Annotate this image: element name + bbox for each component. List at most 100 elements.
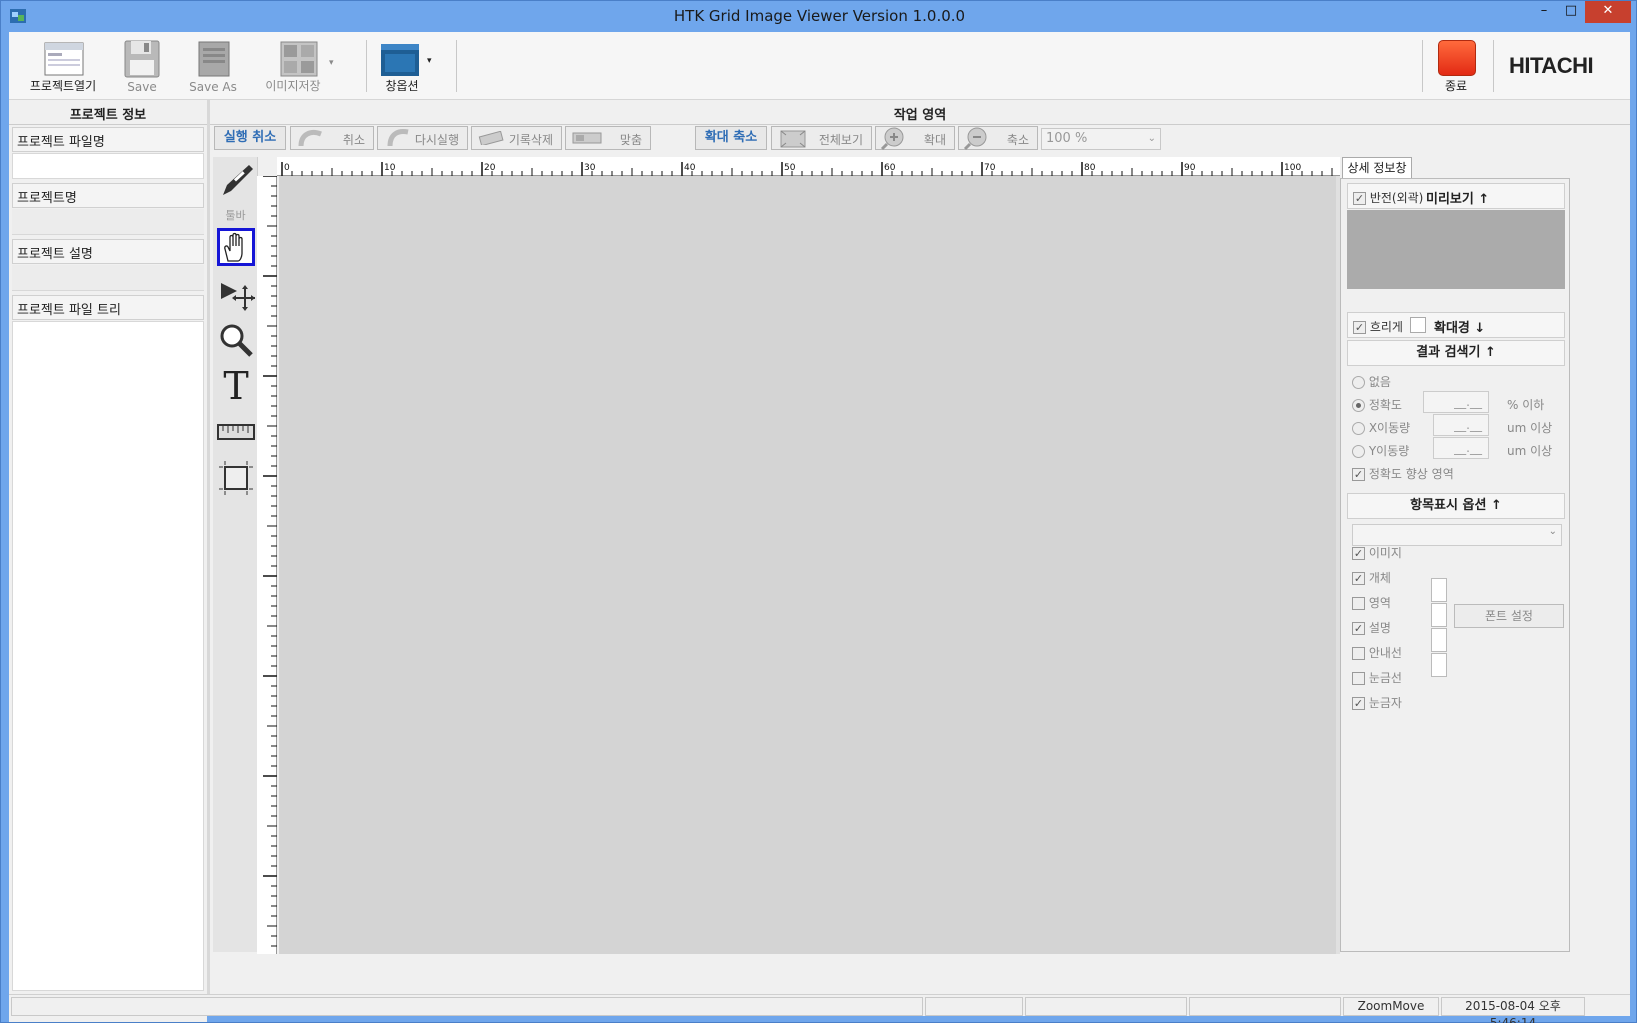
status-cell xyxy=(11,997,923,1016)
zoom-group-label: 확대 축소 xyxy=(695,126,767,150)
accuracy-area-option[interactable]: ✓ 정확도 향상 영역 xyxy=(1352,465,1454,482)
magnifier-icon[interactable] xyxy=(217,321,255,359)
accuracy-option[interactable]: 정확도 xyxy=(1352,396,1402,413)
magnifier-label[interactable]: 확대경 ↓ xyxy=(1434,317,1485,336)
x-move-option[interactable]: X이동량 xyxy=(1352,419,1410,436)
blur-checkbox[interactable]: ✓ xyxy=(1353,321,1366,334)
result-search-label: 결과 검색기 ↑ xyxy=(1416,345,1496,360)
title-bar[interactable]: HTK Grid Image Viewer Version 1.0.0.0 – … xyxy=(1,1,1637,32)
image-save-button[interactable]: ▾ 이미지저장 xyxy=(259,36,339,96)
image-checkbox[interactable]: ✓ xyxy=(1352,547,1365,560)
window-title: HTK Grid Image Viewer Version 1.0.0.0 xyxy=(673,7,966,25)
exit-button[interactable]: 종료 xyxy=(1430,36,1482,96)
none-radio[interactable] xyxy=(1352,376,1365,389)
scale-option[interactable]: ✓ 눈금자 xyxy=(1352,694,1402,711)
guide-checkbox[interactable] xyxy=(1352,647,1365,660)
undo-button[interactable]: 취소 xyxy=(290,126,374,150)
guide-option[interactable]: 안내선 xyxy=(1352,644,1402,661)
accuracy-input[interactable]: __.__ xyxy=(1423,391,1489,413)
save-as-button[interactable]: Save As xyxy=(182,36,244,96)
detail-panel: 상세 정보창 ✓ 반전(외곽) 미리보기 ↑ ✓ 흐리게 확대경 ↓ 결과 검색… xyxy=(1340,157,1630,952)
region-color-swatch[interactable] xyxy=(1431,578,1447,602)
pen-icon[interactable] xyxy=(217,161,255,199)
none-option[interactable]: 없음 xyxy=(1352,373,1391,390)
client-area: 프로젝트열기 Save Save As ▾ 이미지저장 ▾ 창옵션 종료 HIT… xyxy=(9,32,1630,1023)
minimize-button[interactable]: – xyxy=(1531,1,1557,23)
magnifier-toggle-box[interactable] xyxy=(1410,317,1426,333)
grid-color-swatch[interactable] xyxy=(1431,653,1447,677)
description-option[interactable]: ✓ 설명 xyxy=(1352,619,1391,636)
zoom-out-button[interactable]: 축소 xyxy=(958,126,1038,151)
chevron-down-icon: ⌄ xyxy=(1147,133,1156,144)
ruler-label: 20 xyxy=(484,163,496,173)
window-option-button[interactable]: ▾ 창옵션 xyxy=(375,36,451,96)
blur-label: 흐리게 xyxy=(1369,320,1403,334)
preview-label[interactable]: 미리보기 ↑ xyxy=(1426,188,1489,207)
ruler-label: 100 xyxy=(1284,163,1301,173)
font-settings-button[interactable]: 폰트 설정 xyxy=(1454,604,1564,628)
close-button[interactable]: ✕ xyxy=(1585,1,1631,23)
redo-button[interactable]: 다시실행 xyxy=(377,126,468,150)
x-move-unit: um 이상 xyxy=(1507,421,1553,435)
ruler-label: 70 xyxy=(984,163,996,173)
horizontal-ruler: 0 10 20 30 40 50 60 70 80 90 100 xyxy=(277,157,1340,176)
save-button[interactable]: Save xyxy=(115,36,169,96)
fit-icon xyxy=(572,132,602,144)
ruler-label: 30 xyxy=(584,163,596,173)
window-option-label: 창옵션 xyxy=(385,79,419,93)
object-option[interactable]: ✓ 개체 xyxy=(1352,569,1391,586)
tab-detail-info[interactable]: 상세 정보창 xyxy=(1342,157,1412,178)
toolbar-separator xyxy=(1493,40,1494,92)
y-move-input[interactable]: __.__ xyxy=(1433,437,1489,459)
description-field[interactable] xyxy=(12,265,204,291)
ruler-label: 90 xyxy=(1184,163,1196,173)
file-tree-label: 프로젝트 파일 트리 xyxy=(17,303,121,318)
select-move-icon[interactable] xyxy=(217,275,255,313)
y-move-radio[interactable] xyxy=(1352,445,1365,458)
chevron-down-icon[interactable]: ▾ xyxy=(427,56,432,66)
text-tool-icon[interactable]: T xyxy=(217,367,255,405)
grid-option[interactable]: 눈금선 xyxy=(1352,669,1402,686)
region-checkbox[interactable] xyxy=(1352,597,1365,610)
project-name-field[interactable] xyxy=(12,209,204,235)
maximize-button[interactable]: □ xyxy=(1558,1,1584,23)
region-option[interactable]: 영역 xyxy=(1352,594,1391,611)
grid-checkbox[interactable] xyxy=(1352,672,1365,685)
display-option-select[interactable]: ⌄ xyxy=(1352,524,1562,546)
result-search-header[interactable]: 결과 검색기 ↑ xyxy=(1347,340,1565,366)
zoom-in-button[interactable]: 확대 xyxy=(875,126,955,151)
save-as-label: Save As xyxy=(189,80,237,94)
display-option-header[interactable]: 항목표시 옵션 ↑ xyxy=(1347,493,1565,519)
image-canvas[interactable] xyxy=(279,176,1339,954)
image-save-label: 이미지저장 xyxy=(265,79,321,93)
ruler-label: 50 xyxy=(784,163,796,173)
clear-history-button[interactable]: 기록삭제 xyxy=(471,126,562,150)
full-view-button[interactable]: 전체보기 xyxy=(771,126,872,150)
status-bar: ZoomMove 2015-08-04 오후 5:46:14 xyxy=(9,994,1630,1023)
ruler-icon[interactable] xyxy=(217,413,255,451)
guide-color-swatch[interactable] xyxy=(1431,628,1447,652)
floppy-disk-icon xyxy=(124,40,160,78)
file-tree[interactable] xyxy=(12,321,204,991)
hand-tool[interactable] xyxy=(217,228,255,266)
project-name-label: 프로젝트명 xyxy=(17,191,77,206)
full-view-icon xyxy=(780,130,806,148)
accuracy-area-checkbox[interactable]: ✓ xyxy=(1352,468,1365,481)
fit-button[interactable]: 맞춤 xyxy=(565,126,651,150)
zoom-level-select[interactable]: 100 % ⌄ xyxy=(1041,128,1161,150)
invert-checkbox[interactable]: ✓ xyxy=(1353,192,1366,205)
image-option[interactable]: ✓ 이미지 xyxy=(1352,544,1402,561)
zoom-level-value: 100 % xyxy=(1046,131,1088,146)
crop-region-icon[interactable] xyxy=(217,459,255,497)
chevron-down-icon[interactable]: ▾ xyxy=(329,58,334,68)
y-move-option[interactable]: Y이동량 xyxy=(1352,442,1409,459)
file-name-field[interactable] xyxy=(12,153,204,179)
x-move-input[interactable]: __.__ xyxy=(1433,414,1489,436)
description-color-swatch[interactable] xyxy=(1431,603,1447,627)
object-checkbox[interactable]: ✓ xyxy=(1352,572,1365,585)
x-move-radio[interactable] xyxy=(1352,422,1365,435)
accuracy-radio[interactable] xyxy=(1352,399,1365,412)
open-project-button[interactable]: 프로젝트열기 xyxy=(25,36,101,96)
description-checkbox[interactable]: ✓ xyxy=(1352,622,1365,635)
scale-checkbox[interactable]: ✓ xyxy=(1352,697,1365,710)
